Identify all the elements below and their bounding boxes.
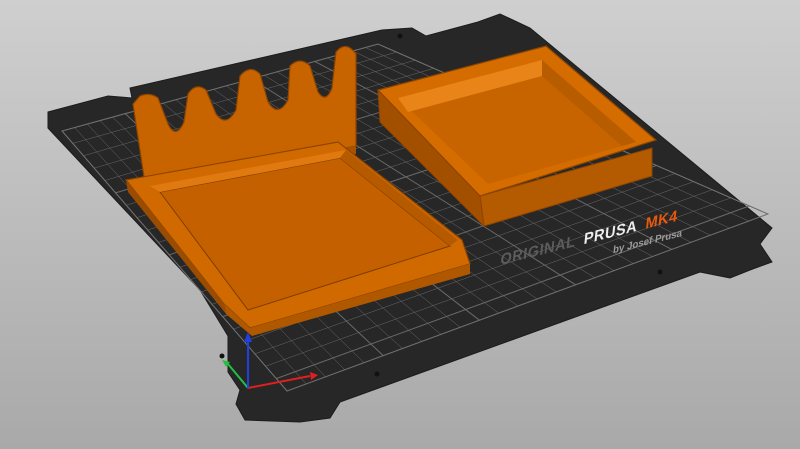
bed-hole: [397, 33, 403, 39]
bed-hole: [374, 371, 380, 377]
scene-canvas[interactable]: ORIGINAL PRUSA MK4 by Josef Prusa: [0, 0, 800, 449]
bed-hole: [219, 353, 225, 359]
bed-hole: [657, 269, 663, 275]
3d-viewport[interactable]: ORIGINAL PRUSA MK4 by Josef Prusa: [0, 0, 800, 449]
